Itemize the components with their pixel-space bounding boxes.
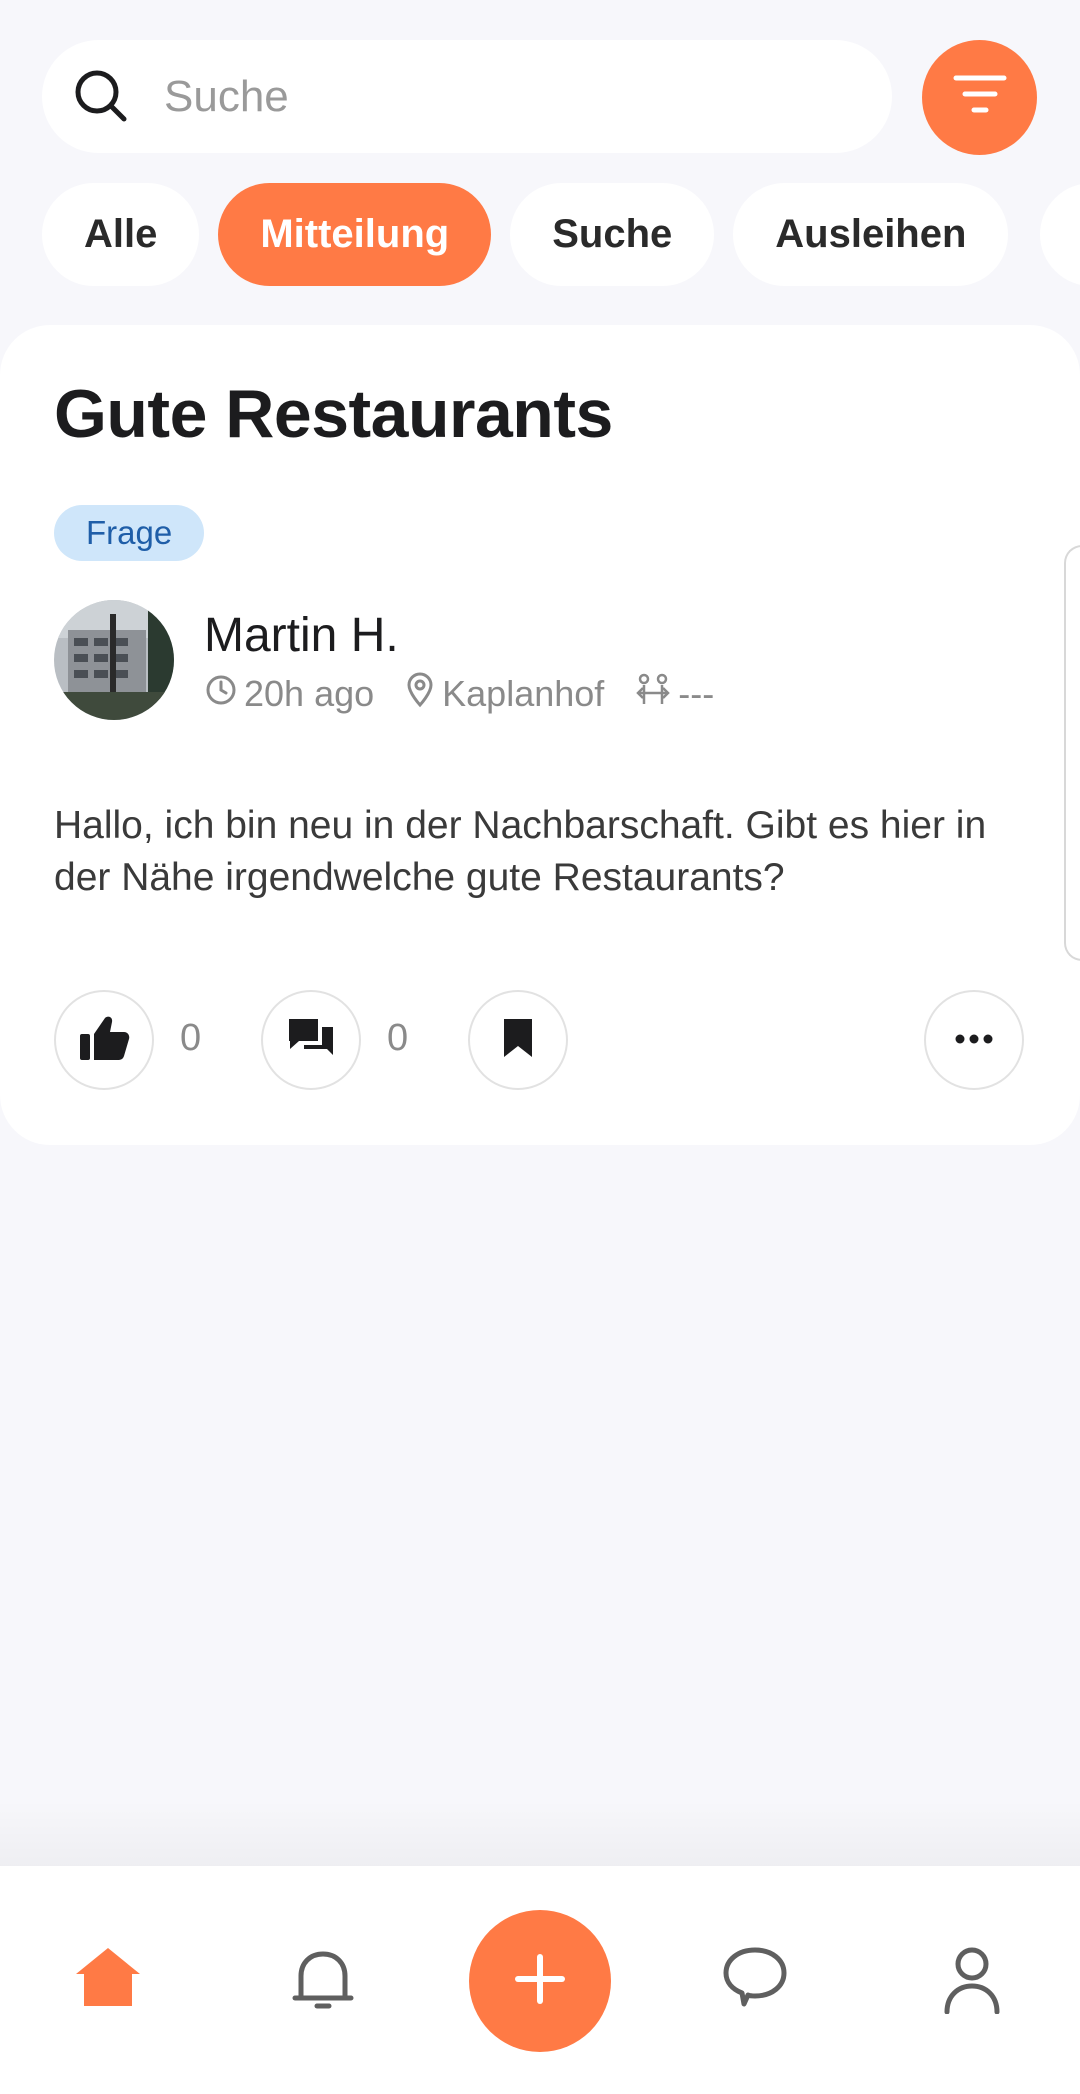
thumbs-up-icon (78, 1014, 130, 1067)
avatar[interactable] (54, 600, 174, 720)
chip-suche[interactable]: Suche (510, 183, 715, 286)
bookmark-button[interactable] (468, 990, 568, 1090)
post-meta: 20h ago Kaplanhof --- (204, 669, 744, 719)
chat-bubble-icon (722, 1946, 788, 2013)
filter-button[interactable] (922, 40, 1037, 155)
post-distance: --- (634, 673, 714, 716)
comment-count: 0 (387, 1017, 409, 1059)
plus-icon (515, 1953, 565, 2009)
author-name[interactable]: Martin H. (204, 608, 399, 663)
bookmark-icon (501, 1017, 535, 1064)
nav-messages[interactable] (685, 1866, 825, 2094)
post-title: Gute Restaurants (54, 376, 613, 452)
like-button[interactable] (54, 990, 154, 1090)
chip-mitteilung[interactable]: Mitteilung (218, 183, 492, 286)
create-post-button[interactable] (469, 1910, 611, 2052)
home-icon (74, 1946, 142, 2013)
chip-alle[interactable]: Alle (42, 183, 200, 286)
filter-icon (952, 72, 1008, 123)
category-chips: Alle Mitteilung Suche Ausleihen (42, 183, 1009, 286)
chip-ausleihen[interactable]: Ausleihen (733, 183, 1009, 286)
person-icon (943, 1946, 1001, 2019)
location-pin-icon (404, 672, 442, 717)
post-distance-text: --- (678, 673, 715, 714)
nav-notifications[interactable] (253, 1866, 393, 2094)
search-icon (72, 67, 132, 127)
nav-home[interactable] (38, 1866, 178, 2094)
post-tag-badge: Frage (54, 505, 205, 561)
post-time-text: 20h ago (244, 673, 375, 714)
nav-profile[interactable] (902, 1866, 1042, 2094)
chip-next-partial[interactable] (1040, 183, 1080, 286)
nav-shadow (0, 1800, 1080, 1866)
post-time: 20h ago (204, 673, 374, 716)
more-options-button[interactable] (924, 990, 1024, 1090)
more-dots-icon (954, 1031, 994, 1049)
side-sheet-handle[interactable] (1064, 545, 1080, 961)
distance-arrows-icon (634, 673, 678, 716)
search-bar[interactable] (42, 40, 892, 153)
search-input[interactable] (162, 60, 846, 133)
post-body: Hallo, ich bin neu in der Nachbarschaft.… (54, 804, 987, 899)
chat-bubbles-icon (286, 1015, 336, 1066)
post-location-text: Kaplanhof (442, 673, 605, 714)
post-card[interactable]: Gute Restaurants Frage Martin H. 20h ago… (0, 325, 1080, 1145)
comment-button[interactable] (261, 990, 361, 1090)
clock-icon (204, 673, 244, 716)
bell-icon (291, 1946, 355, 2019)
post-location: Kaplanhof (404, 672, 604, 717)
like-count: 0 (180, 1017, 202, 1059)
